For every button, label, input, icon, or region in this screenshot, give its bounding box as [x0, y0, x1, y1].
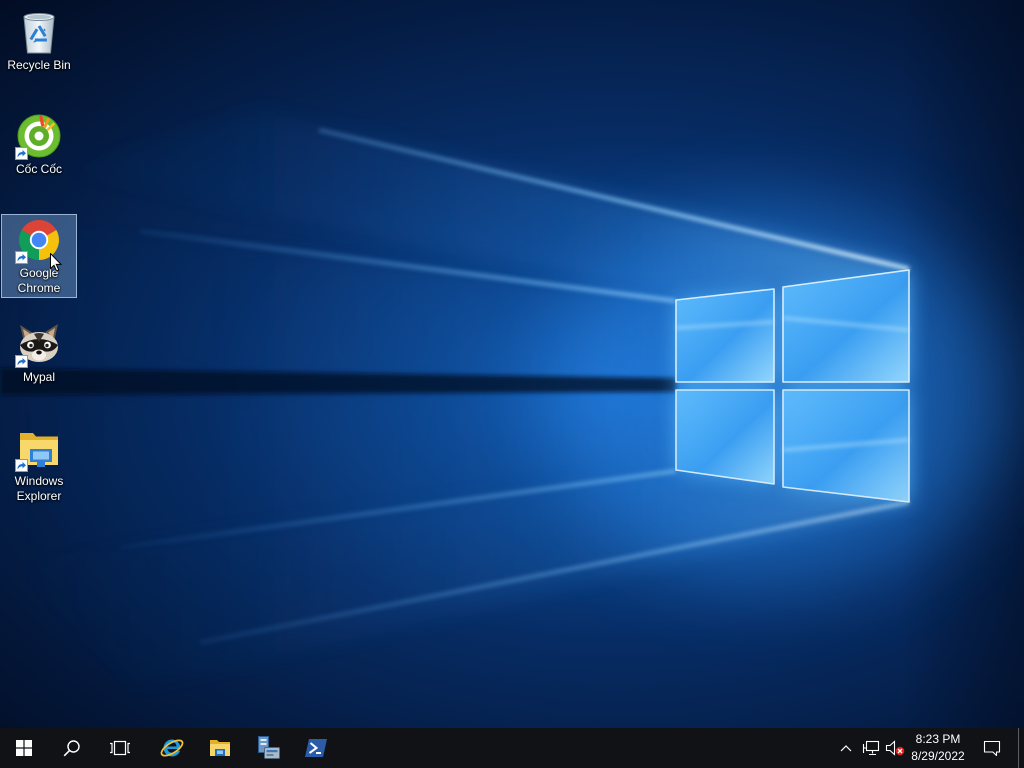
shortcut-arrow-icon	[15, 251, 28, 264]
chevron-up-icon	[840, 744, 852, 752]
shortcut-arrow-icon	[15, 459, 28, 472]
desktop-icon-label: Cốc Cốc	[15, 162, 62, 176]
desktop-icon-google-chrome[interactable]: Google Chrome	[1, 214, 77, 298]
show-desktop-button[interactable]	[1018, 728, 1024, 768]
network-wired-icon	[862, 740, 880, 756]
network-status-button[interactable]	[860, 728, 882, 768]
shortcut-arrow-icon	[15, 355, 28, 368]
desktop-icon-label: Google Chrome	[17, 266, 61, 295]
search-icon	[63, 739, 81, 757]
clock-time: 8:23 PM	[915, 732, 961, 746]
volume-button[interactable]	[884, 728, 906, 768]
task-view-icon	[109, 740, 131, 756]
task-view-button[interactable]	[96, 728, 144, 768]
taskbar-powershell[interactable]	[292, 728, 340, 768]
coccoc-browser-icon	[15, 112, 63, 160]
file-explorer-icon	[208, 736, 232, 760]
desktop-icon-label: Mypal	[22, 370, 55, 384]
shortcut-arrow-icon	[15, 147, 28, 160]
desktop-icon-windows-explorer[interactable]: Windows Explorer	[1, 422, 77, 506]
volume-error-icon	[885, 740, 905, 756]
taskbar-internet-explorer[interactable]	[148, 728, 196, 768]
taskbar-file-explorer[interactable]	[196, 728, 244, 768]
clock-date: 8/29/2022	[911, 749, 965, 763]
powershell-icon	[304, 736, 328, 760]
windows-explorer-icon	[15, 424, 63, 472]
taskbar-server-manager[interactable]	[244, 728, 292, 768]
desktop-icon-label: Windows Explorer	[14, 474, 64, 503]
taskbar-clock[interactable]: 8:23 PM 8/29/2022	[906, 731, 970, 765]
recycle-bin-icon	[15, 8, 63, 56]
desktop-icon-recycle-bin[interactable]: Recycle Bin	[1, 6, 77, 75]
mypal-browser-icon	[15, 320, 63, 368]
chrome-icon	[15, 216, 63, 264]
taskbar: 8:23 PM 8/29/2022	[0, 728, 1024, 768]
desktop-wallpaper	[0, 0, 1024, 768]
action-center-button[interactable]	[972, 728, 1012, 768]
windows-start-icon	[16, 740, 32, 756]
action-center-icon	[983, 740, 1001, 757]
show-hidden-icons-button[interactable]	[836, 728, 856, 768]
desktop-icon-coccoc[interactable]: Cốc Cốc	[1, 110, 77, 179]
internet-explorer-icon	[159, 735, 185, 761]
start-button[interactable]	[0, 728, 48, 768]
search-button[interactable]	[48, 728, 96, 768]
desktop-icon-label: Recycle Bin	[7, 58, 71, 72]
server-manager-icon	[255, 735, 281, 761]
desktop-icon-mypal[interactable]: Mypal	[1, 318, 77, 387]
